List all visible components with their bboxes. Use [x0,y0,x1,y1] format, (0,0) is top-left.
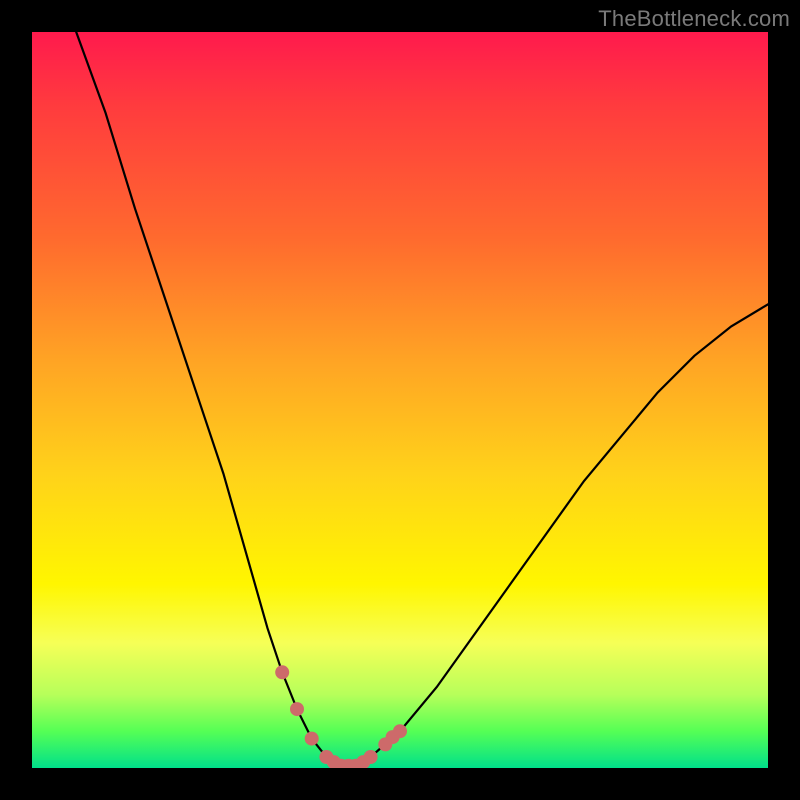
curve-layer [32,32,768,768]
plot-area [32,32,768,768]
marker-dot [290,702,304,716]
chart-frame: TheBottleneck.com [0,0,800,800]
bottleneck-curve [76,32,768,766]
marker-dot [275,665,289,679]
highlight-dots [275,665,407,768]
marker-dot [305,732,319,746]
watermark-text: TheBottleneck.com [598,6,790,32]
marker-dot [364,750,378,764]
marker-dot [393,724,407,738]
